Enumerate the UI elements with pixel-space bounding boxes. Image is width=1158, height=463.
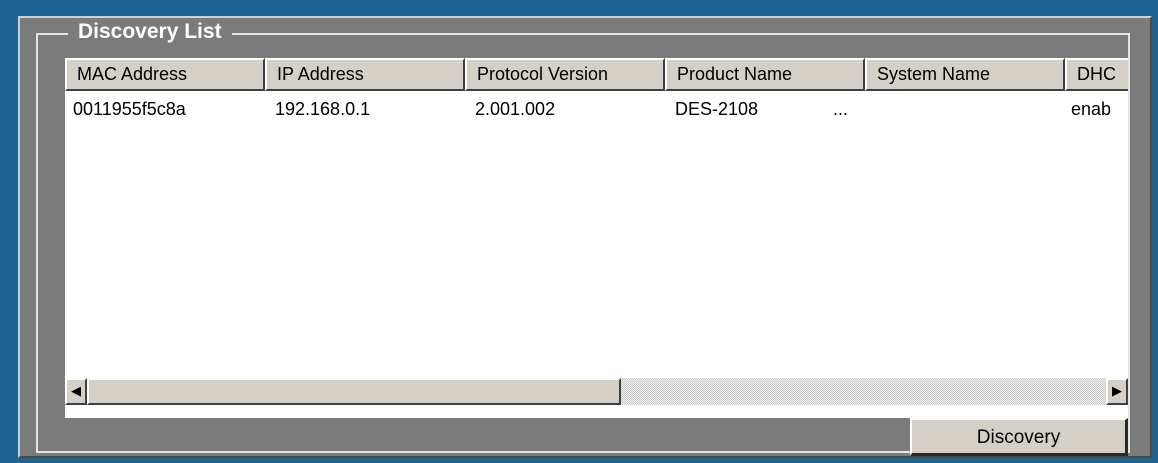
cell-system-name (865, 96, 1065, 122)
discovery-button[interactable]: Discovery (910, 418, 1128, 456)
cell-product-name-ellipsis: ... (833, 99, 849, 119)
discovery-list[interactable]: MAC Address IP Address Protocol Version … (65, 58, 1128, 418)
column-header-system-name[interactable]: System Name (865, 58, 1065, 91)
arrow-right-icon: ▶ (1112, 383, 1122, 398)
cell-dhcp: enab (1071, 99, 1112, 119)
cell-product-name: DES-2108 (675, 99, 759, 119)
cell-protocol-version: 2.001.002 (475, 99, 556, 119)
column-header-mac-address[interactable]: MAC Address (65, 58, 265, 91)
group-title: Discovery List (68, 19, 232, 45)
column-header-dhcp[interactable]: DHC (1065, 58, 1128, 91)
scroll-left-button[interactable]: ◀ (65, 378, 87, 405)
arrow-left-icon: ◀ (71, 383, 81, 398)
scroll-right-button[interactable]: ▶ (1106, 378, 1128, 405)
column-header-ip-address[interactable]: IP Address (265, 58, 465, 91)
column-header-product-name[interactable]: Product Name (665, 58, 865, 91)
column-header-protocol-version[interactable]: Protocol Version (465, 58, 665, 91)
column-header-row: MAC Address IP Address Protocol Version … (65, 58, 1128, 91)
cell-mac-address: 0011955f5c8a (73, 99, 186, 119)
horizontal-scrollbar[interactable]: ◀ ▶ (65, 378, 1128, 405)
list-bottom-divider (65, 410, 1128, 412)
table-row[interactable]: 0011955f5c8a 192.168.0.1 2.001.002 DES-2… (65, 96, 1128, 122)
scroll-thumb[interactable] (87, 378, 621, 405)
cell-ip-address: 192.168.0.1 (275, 99, 371, 119)
